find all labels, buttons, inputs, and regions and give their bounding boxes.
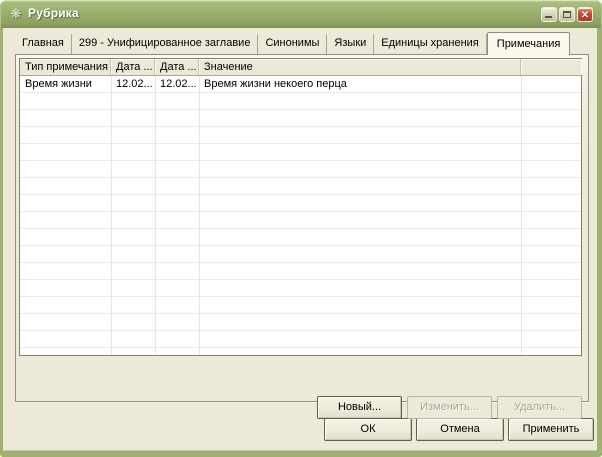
notes-table: Тип примечания Дата ... Дата ... Значени… <box>19 58 582 356</box>
table-header-row: Тип примечания Дата ... Дата ... Значени… <box>20 59 581 76</box>
table-body[interactable]: Время жизни 12.02... 12.02... Время жизн… <box>20 76 581 355</box>
tab-strip: Главная 299 - Унифицированное заглавие С… <box>15 31 570 54</box>
notes-tab-page: Тип примечания Дата ... Дата ... Значени… <box>15 54 589 402</box>
tab-languages[interactable]: Языки <box>327 34 374 54</box>
tab-synonyms[interactable]: Синонимы <box>258 34 327 54</box>
title-bar[interactable]: ❋ Рубрика ✕ <box>0 0 602 28</box>
column-header-date-start[interactable]: Дата ... <box>111 59 155 75</box>
cell-note-type: Время жизни <box>20 76 111 93</box>
edit-button[interactable]: Изменить... <box>407 396 492 419</box>
column-header-blank[interactable] <box>521 59 581 75</box>
maximize-icon <box>563 11 571 18</box>
new-button[interactable]: Новый... <box>317 396 402 419</box>
grid-vline <box>199 76 200 355</box>
close-button[interactable]: ✕ <box>577 7 593 22</box>
grid-vline <box>111 76 112 355</box>
rubric-dialog-window: ❋ Рубрика ✕ Главная 299 - Унифицированно… <box>0 0 602 457</box>
grid-vline <box>521 76 522 355</box>
ok-button[interactable]: ОК <box>324 418 412 441</box>
minimize-icon <box>545 16 552 18</box>
tab-main[interactable]: Главная <box>15 34 72 54</box>
minimize-button[interactable] <box>541 7 557 22</box>
cancel-button[interactable]: Отмена <box>416 418 504 441</box>
tab-299-unified-title[interactable]: 299 - Унифицированное заглавие <box>72 34 259 54</box>
window-title: Рубрика <box>28 6 79 20</box>
app-icon: ❋ <box>8 6 24 22</box>
apply-button[interactable]: Применить <box>508 418 594 441</box>
close-icon: ✕ <box>578 9 592 22</box>
column-header-note-type[interactable]: Тип примечания <box>20 59 111 75</box>
table-row[interactable]: Время жизни 12.02... 12.02... Время жизн… <box>20 76 581 93</box>
cell-date-end: 12.02... <box>155 76 199 93</box>
tab-notes[interactable]: Примечания <box>487 32 571 55</box>
cell-date-start: 12.02... <box>111 76 155 93</box>
cell-blank <box>521 76 581 93</box>
column-header-value[interactable]: Значение <box>199 59 521 75</box>
grid-vline <box>155 76 156 355</box>
tab-storage-units[interactable]: Единицы хранения <box>374 34 487 54</box>
dialog-body: Главная 299 - Унифицированное заглавие С… <box>3 28 597 451</box>
maximize-button[interactable] <box>559 7 575 22</box>
delete-button[interactable]: Удалить... <box>497 396 582 419</box>
column-header-date-end[interactable]: Дата ... <box>155 59 199 75</box>
caption-buttons: ✕ <box>541 7 593 22</box>
cell-value: Время жизни некоего перца <box>199 76 521 93</box>
